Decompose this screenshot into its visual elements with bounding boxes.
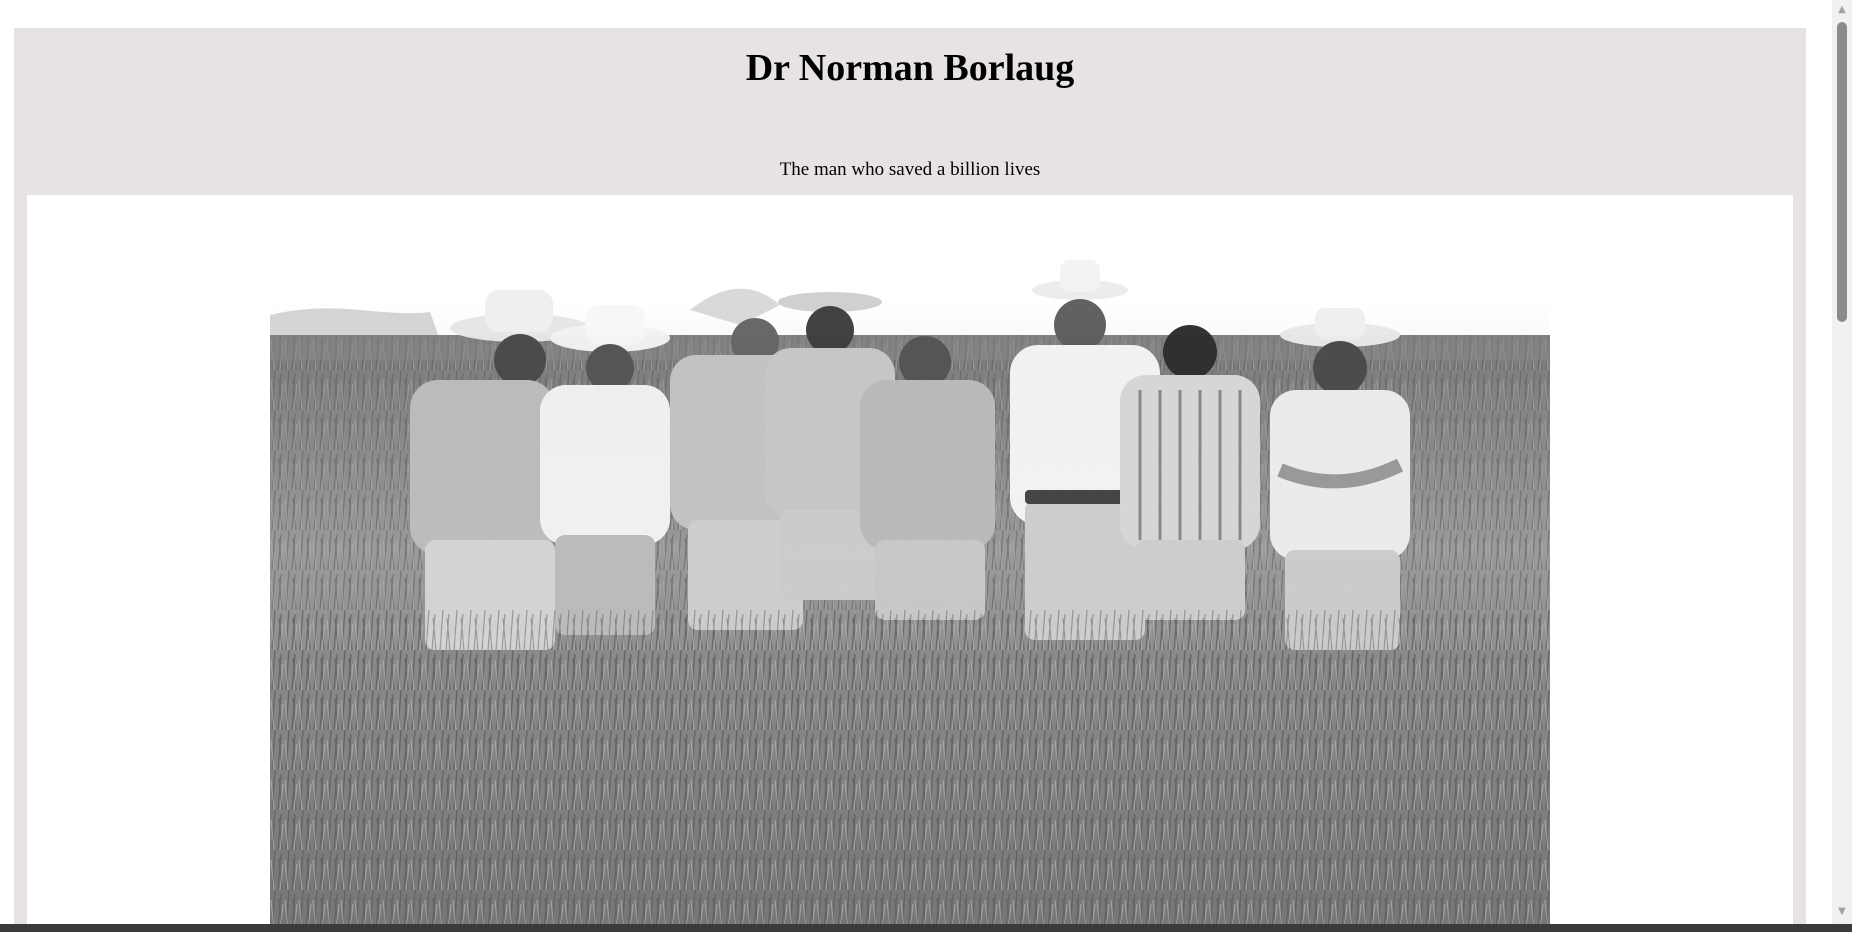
main-container: Dr Norman Borlaug The man who saved a bi… <box>14 28 1806 932</box>
page-subtitle: The man who saved a billion lives <box>779 159 1041 180</box>
wheat-field-photo <box>270 250 1550 932</box>
vertical-scrollbar[interactable]: ▲ ▼ <box>1832 0 1852 932</box>
scrollbar-thumb[interactable] <box>1837 22 1847 322</box>
page-title: Dr Norman Borlaug <box>745 47 1075 89</box>
image-panel <box>27 195 1793 932</box>
scroll-down-icon[interactable]: ▼ <box>1832 902 1852 920</box>
scroll-up-icon[interactable]: ▲ <box>1832 0 1852 18</box>
browser-viewport: Dr Norman Borlaug The man who saved a bi… <box>0 0 1852 932</box>
window-bottom-edge <box>0 924 1852 932</box>
